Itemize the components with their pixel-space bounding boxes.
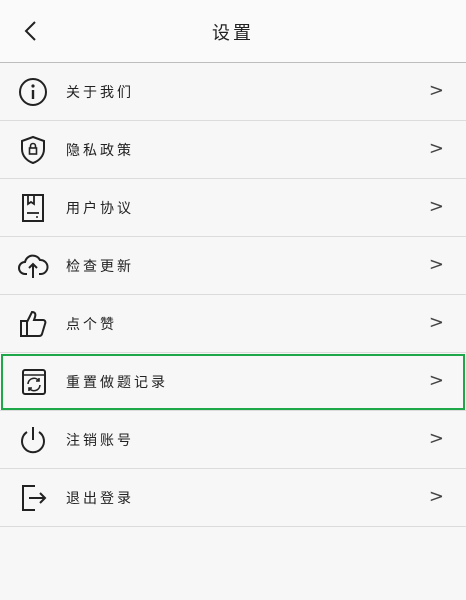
chevron-right-icon: > bbox=[428, 196, 444, 217]
top-bar: 设置 bbox=[0, 0, 466, 63]
like-item[interactable]: 点个赞 > bbox=[0, 295, 466, 353]
like-label: 点个赞 bbox=[66, 317, 117, 333]
about-us-label: 关于我们 bbox=[66, 85, 134, 101]
chevron-right-icon: > bbox=[428, 486, 444, 507]
privacy-policy-label: 隐私政策 bbox=[66, 143, 134, 159]
logout-label: 退出登录 bbox=[66, 491, 134, 507]
check-update-item[interactable]: 检查更新 > bbox=[0, 237, 466, 295]
logout-icon bbox=[22, 485, 47, 511]
thumbs-up-icon bbox=[20, 310, 47, 337]
user-agreement-label: 用户协议 bbox=[66, 201, 134, 217]
logout-item[interactable]: 退出登录 > bbox=[0, 469, 466, 527]
delete-account-item[interactable]: 注销账号 > bbox=[0, 411, 466, 469]
chevron-right-icon: > bbox=[428, 254, 444, 275]
user-agreement-item[interactable]: 用户协议 > bbox=[0, 179, 466, 237]
chevron-right-icon: > bbox=[428, 312, 444, 333]
chevron-right-icon: > bbox=[428, 370, 444, 391]
chevron-right-icon: > bbox=[428, 80, 444, 101]
info-icon bbox=[19, 78, 47, 106]
check-update-label: 检查更新 bbox=[66, 259, 134, 275]
shield-icon bbox=[21, 135, 45, 165]
privacy-policy-item[interactable]: 隐私政策 > bbox=[0, 121, 466, 179]
reset-record-label: 重置做题记录 bbox=[66, 375, 168, 391]
chevron-right-icon: > bbox=[428, 138, 444, 159]
power-icon bbox=[21, 427, 45, 454]
reset-record-item[interactable]: 重置做题记录 > bbox=[0, 353, 466, 411]
delete-account-label: 注销账号 bbox=[66, 433, 134, 449]
document-icon bbox=[22, 194, 44, 222]
page-title: 设置 bbox=[212, 23, 254, 44]
reset-icon bbox=[22, 369, 46, 395]
chevron-right-icon: > bbox=[428, 428, 444, 449]
about-us-item[interactable]: 关于我们 > bbox=[0, 63, 466, 121]
settings-list: 关于我们 > 隐私政策 > 用户协议 > 检查更新 > 点个赞 > 重置做题记录… bbox=[0, 63, 466, 527]
cloud-upload-icon bbox=[18, 254, 49, 278]
